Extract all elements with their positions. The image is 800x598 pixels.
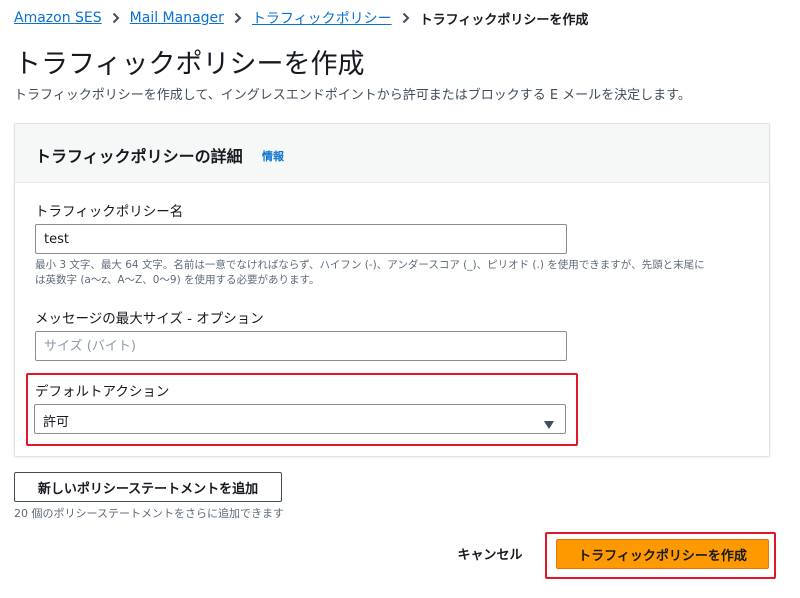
policy-name-label: トラフィックポリシー名 (35, 204, 184, 220)
policy-name-hint: 最小 3 文字、最大 64 文字。名前は一意でなければならず、ハイフン (-)、… (35, 258, 705, 288)
add-statement-hint: 20 個のポリシーステートメントをさらに追加できます (14, 507, 284, 520)
create-traffic-policy-button[interactable]: トラフィックポリシーを作成 (556, 539, 769, 569)
default-action-label: デフォルトアクション (35, 384, 170, 400)
breadcrumb-link-amazon-ses[interactable]: Amazon SES (14, 10, 102, 26)
chevron-right-icon (392, 12, 420, 24)
panel-title: トラフィックポリシーの詳細 (35, 147, 243, 166)
breadcrumb-current: トラフィックポリシーを作成 (419, 12, 589, 28)
add-policy-statement-button[interactable]: 新しいポリシーステートメントを追加 (14, 472, 282, 502)
policy-name-input[interactable] (35, 224, 567, 254)
max-message-size-label: メッセージの最大サイズ - オプション (35, 311, 264, 327)
page-title: トラフィックポリシーを作成 (14, 49, 365, 80)
chevron-right-icon (224, 12, 252, 24)
breadcrumb-link-traffic-policies[interactable]: トラフィックポリシー (252, 8, 392, 28)
default-action-select[interactable]: 許可 (34, 404, 566, 434)
policy-name-hint-line-2: は英数字 (a〜z、A〜Z、0〜9) を使用する必要があります。 (35, 274, 320, 286)
breadcrumb-link-mail-manager[interactable]: Mail Manager (130, 10, 224, 26)
default-action-selected-value: 許可 (43, 415, 70, 430)
chevron-right-icon (102, 12, 130, 24)
page-description: トラフィックポリシーを作成して、イングレスエンドポイントから許可またはブロックす… (14, 88, 691, 103)
cancel-button[interactable]: キャンセル (448, 541, 532, 565)
panel-header: トラフィックポリシーの詳細 情報 (15, 124, 769, 183)
policy-name-hint-line-1: 最小 3 文字、最大 64 文字。名前は一意でなければならず、ハイフン (-)、… (35, 259, 705, 271)
max-message-size-input[interactable] (35, 331, 567, 361)
breadcrumb: Amazon SES Mail Manager トラフィックポリシー トラフィッ… (14, 8, 588, 28)
caret-down-icon (543, 415, 555, 434)
info-link[interactable]: 情報 (262, 148, 284, 164)
